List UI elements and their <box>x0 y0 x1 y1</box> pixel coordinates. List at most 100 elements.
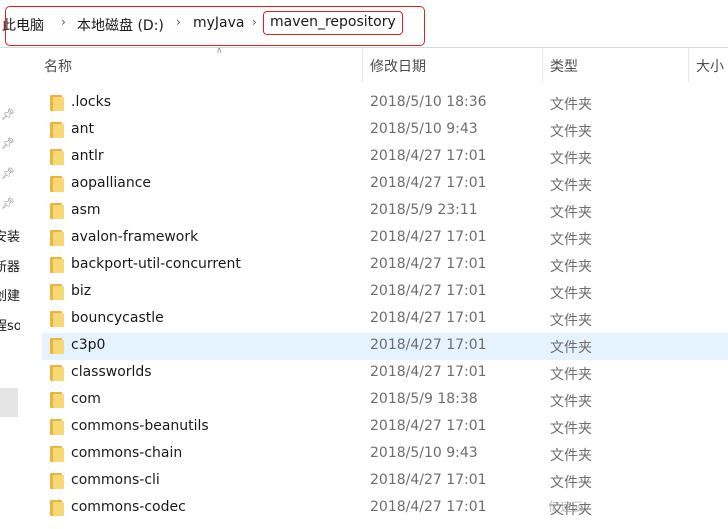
nav-item[interactable]: 新器 <box>0 256 20 275</box>
file-type: 文件夹 <box>550 313 592 329</box>
file-date: 2018/4/27 17:01 <box>370 283 487 299</box>
file-date: 2018/5/10 9:43 <box>370 121 478 137</box>
file-name: bouncycastle <box>71 310 164 326</box>
file-type: 文件夹 <box>550 394 592 410</box>
file-row[interactable]: biz 2018/4/27 17:01 文件夹 <box>20 279 728 306</box>
file-name: c3p0 <box>71 337 106 353</box>
column-header: ∧ 名称 修改日期 类型 大小 <box>20 46 728 82</box>
file-date: 2018/4/27 17:01 <box>370 175 487 191</box>
file-date: 2018/4/27 17:01 <box>370 229 487 245</box>
file-row[interactable]: commons-beanutils 2018/4/27 17:01 文件夹 <box>20 414 728 441</box>
watermark: 亿速云 <box>548 500 585 514</box>
file-row[interactable]: aopalliance 2018/4/27 17:01 文件夹 <box>20 171 728 198</box>
file-type: 文件夹 <box>550 475 592 491</box>
folder-icon <box>50 257 64 273</box>
folder-icon <box>50 203 64 219</box>
folder-icon <box>50 311 64 327</box>
file-name: commons-chain <box>71 445 183 461</box>
nav-item[interactable]: 程so <box>0 315 20 334</box>
file-date: 2018/5/9 23:11 <box>370 202 478 218</box>
file-type: 文件夹 <box>550 286 592 302</box>
file-type: 文件夹 <box>550 124 592 140</box>
file-type: 文件夹 <box>550 151 592 167</box>
folder-icon <box>50 392 64 408</box>
file-row[interactable]: commons-codec 2018/4/27 17:01 文件夹 <box>20 495 728 522</box>
file-type: 文件夹 <box>550 205 592 221</box>
navigation-pane[interactable]: 📌︎ 📌︎ 📌︎ 📌︎ 安装 新器 创建 程so <box>0 48 20 529</box>
file-row[interactable]: commons-chain 2018/5/10 9:43 文件夹 <box>20 441 728 468</box>
file-name: aopalliance <box>71 175 152 191</box>
file-date: 2018/4/27 17:01 <box>370 337 487 353</box>
column-type[interactable]: 类型 <box>550 56 578 76</box>
file-name: com <box>71 391 101 407</box>
file-date: 2018/4/27 17:01 <box>370 499 487 515</box>
file-row[interactable]: c3p0 2018/4/27 17:01 文件夹 <box>42 333 728 360</box>
nav-item[interactable]: 创建 <box>0 285 20 304</box>
folder-icon <box>50 500 64 516</box>
file-type: 文件夹 <box>550 178 592 194</box>
column-divider[interactable] <box>688 48 689 82</box>
file-name: commons-codec <box>71 499 186 515</box>
file-row[interactable]: antlr 2018/4/27 17:01 文件夹 <box>20 144 728 171</box>
file-date: 2018/4/27 17:01 <box>370 148 487 164</box>
nav-item[interactable]: 安装 <box>0 226 20 245</box>
sort-up-icon: ∧ <box>216 46 223 56</box>
folder-icon <box>50 149 64 165</box>
file-row[interactable]: backport-util-concurrent 2018/4/27 17:01 文… <box>20 252 728 279</box>
folder-icon <box>50 338 64 354</box>
column-divider[interactable] <box>362 48 363 82</box>
file-name: biz <box>71 283 92 299</box>
pin-icon[interactable]: 📌︎ <box>1 167 15 180</box>
file-type: 文件夹 <box>550 448 592 464</box>
file-date: 2018/4/27 17:01 <box>370 364 487 380</box>
file-row[interactable]: .locks 2018/5/10 18:36 文件夹 <box>20 90 728 117</box>
column-name[interactable]: 名称 <box>44 56 72 76</box>
file-type: 文件夹 <box>550 97 592 113</box>
column-date[interactable]: 修改日期 <box>370 56 426 76</box>
file-row[interactable]: avalon-framework 2018/4/27 17:01 文件夹 <box>20 225 728 252</box>
file-date: 2018/5/10 9:43 <box>370 445 478 461</box>
file-date: 2018/4/27 17:01 <box>370 472 487 488</box>
folder-icon <box>50 473 64 489</box>
file-date: 2018/4/27 17:01 <box>370 418 487 434</box>
file-name: asm <box>71 202 101 218</box>
folder-icon <box>50 176 64 192</box>
folder-icon <box>50 446 64 462</box>
file-date: 2018/5/10 18:36 <box>370 94 487 110</box>
file-row[interactable]: com 2018/5/9 18:38 文件夹 <box>20 387 728 414</box>
file-row[interactable]: bouncycastle 2018/4/27 17:01 文件夹 <box>20 306 728 333</box>
file-name: classworlds <box>71 364 152 380</box>
file-row[interactable]: asm 2018/5/9 23:11 文件夹 <box>20 198 728 225</box>
pin-icon[interactable]: 📌︎ <box>1 197 15 210</box>
file-name: antlr <box>71 148 104 164</box>
file-type: 文件夹 <box>550 340 592 356</box>
file-row[interactable]: commons-cli 2018/4/27 17:01 文件夹 <box>20 468 728 495</box>
file-name: commons-beanutils <box>71 418 209 434</box>
file-name: backport-util-concurrent <box>71 256 241 272</box>
highlight-box <box>5 6 425 46</box>
column-divider[interactable] <box>542 48 543 82</box>
file-date: 2018/4/27 17:01 <box>370 310 487 326</box>
file-name: avalon-framework <box>71 229 199 245</box>
file-row[interactable]: ant 2018/5/10 9:43 文件夹 <box>20 117 728 144</box>
file-type: 文件夹 <box>550 259 592 275</box>
file-name: ant <box>71 121 94 137</box>
file-type: 文件夹 <box>550 367 592 383</box>
pin-icon[interactable]: 📌︎ <box>1 137 15 150</box>
folder-icon <box>50 122 64 138</box>
nav-selected-item[interactable] <box>0 388 18 417</box>
file-type: 文件夹 <box>550 421 592 437</box>
file-type: 文件夹 <box>550 232 592 248</box>
folder-icon <box>50 284 64 300</box>
folder-icon <box>50 230 64 246</box>
column-size[interactable]: 大小 <box>696 56 724 76</box>
file-date: 2018/5/9 18:38 <box>370 391 478 407</box>
file-name: commons-cli <box>71 472 160 488</box>
file-date: 2018/4/27 17:01 <box>370 256 487 272</box>
folder-icon <box>50 365 64 381</box>
file-row[interactable]: classworlds 2018/4/27 17:01 文件夹 <box>20 360 728 387</box>
folder-icon <box>50 95 64 111</box>
pin-icon[interactable]: 📌︎ <box>1 108 15 121</box>
address-bar[interactable]: 此电脑 › 本地磁盘 (D:) › myJava › maven_reposit… <box>0 0 728 47</box>
folder-icon <box>50 419 64 435</box>
